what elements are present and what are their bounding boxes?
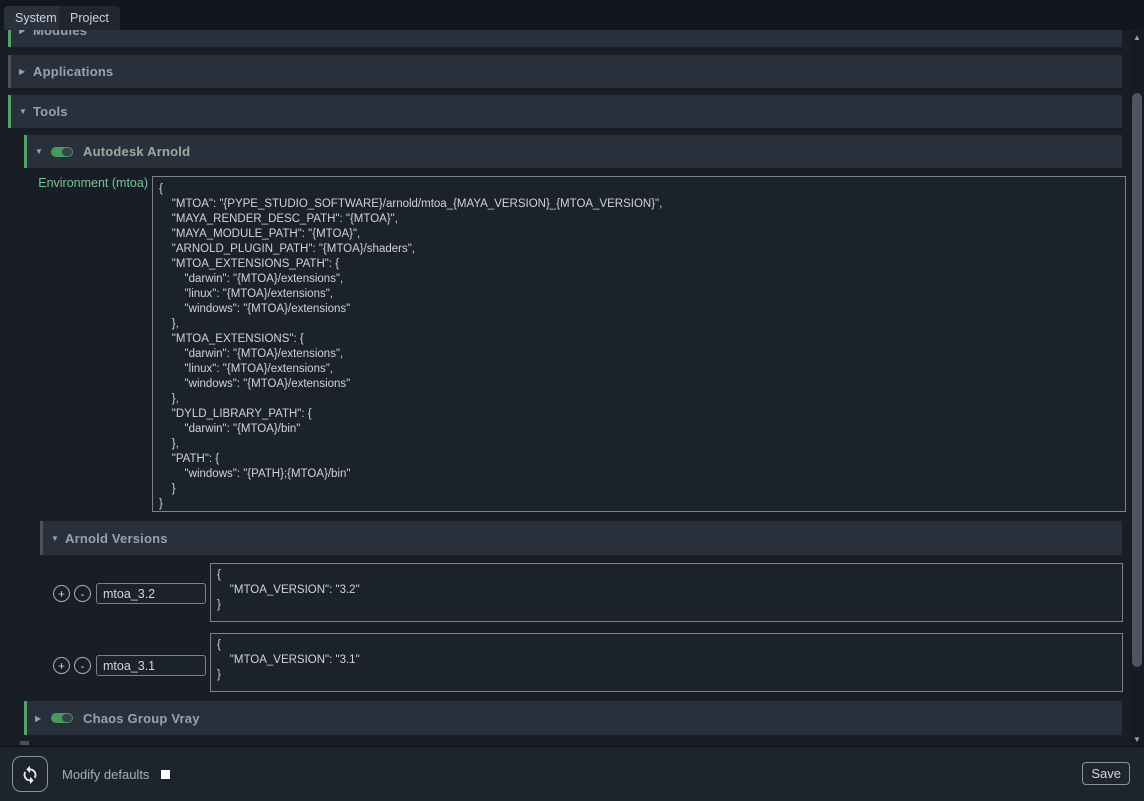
refresh-icon bbox=[19, 763, 41, 785]
footer-bar: Modify defaults Save bbox=[0, 746, 1144, 801]
section-title-modules: Modules bbox=[33, 30, 87, 38]
vertical-scrollbar-thumb[interactable] bbox=[1132, 93, 1142, 667]
section-title-tools: Tools bbox=[33, 104, 68, 119]
scroll-down-button[interactable]: ▼ bbox=[1130, 732, 1144, 746]
version-json-editor[interactable]: { "MTOA_VERSION": "3.2" } bbox=[210, 563, 1123, 622]
refresh-button[interactable] bbox=[12, 756, 48, 792]
chevron-down-icon: ▼ bbox=[35, 147, 49, 156]
chevron-right-icon: ▶ bbox=[35, 714, 49, 723]
tab-project[interactable]: Project bbox=[59, 6, 120, 30]
modify-defaults-label: Modify defaults bbox=[62, 767, 149, 782]
section-title-chaos-group-vray: Chaos Group Vray bbox=[83, 711, 200, 726]
remove-version-button[interactable]: - bbox=[74, 585, 91, 602]
environment-mtoa-json-editor[interactable]: { "MTOA": "{PYPE_STUDIO_SOFTWARE}/arnold… bbox=[152, 176, 1126, 512]
chevron-right-icon: ▶ bbox=[19, 30, 33, 35]
version-json-editor[interactable]: { "MTOA_VERSION": "3.1" } bbox=[210, 633, 1123, 692]
environment-mtoa-label: Environment (mtoa) bbox=[0, 175, 148, 191]
scroll-down-icon: ▼ bbox=[1133, 735, 1141, 744]
section-header-autodesk-arnold[interactable]: ▼ Autodesk Arnold bbox=[24, 135, 1122, 168]
chevron-down-icon: ▼ bbox=[51, 534, 65, 543]
horizontal-scrollbar-thumb[interactable] bbox=[20, 741, 29, 745]
section-header-tools[interactable]: ▼ Tools bbox=[8, 95, 1122, 128]
save-button[interactable]: Save bbox=[1082, 762, 1130, 785]
section-header-applications[interactable]: ▶ Applications bbox=[8, 55, 1122, 88]
version-name-input[interactable] bbox=[96, 583, 206, 604]
add-version-button[interactable]: + bbox=[53, 657, 70, 674]
add-version-button[interactable]: + bbox=[53, 585, 70, 602]
tab-system-label: System bbox=[15, 11, 57, 25]
tab-project-label: Project bbox=[70, 11, 109, 25]
section-header-arnold-versions[interactable]: ▼ Arnold Versions bbox=[40, 521, 1122, 555]
chevron-down-icon: ▼ bbox=[19, 107, 33, 116]
remove-version-button[interactable]: - bbox=[74, 657, 91, 674]
section-title-arnold-versions: Arnold Versions bbox=[65, 531, 168, 546]
settings-scroll-area: ▶ Modules ▶ Applications ▼ Tools ▼ Autod… bbox=[0, 30, 1130, 746]
section-title-applications: Applications bbox=[33, 64, 113, 79]
tab-bar: System Project bbox=[0, 0, 1144, 30]
vertical-scrollbar: ▲ ▼ bbox=[1130, 30, 1144, 746]
section-title-autodesk-arnold: Autodesk Arnold bbox=[83, 144, 190, 159]
modify-defaults-checkbox[interactable] bbox=[161, 770, 170, 779]
section-header-modules[interactable]: ▶ Modules bbox=[8, 30, 1122, 47]
section-header-chaos-group-vray[interactable]: ▶ Chaos Group Vray bbox=[24, 701, 1122, 735]
vray-enabled-toggle[interactable] bbox=[51, 713, 73, 723]
scroll-up-button[interactable]: ▲ bbox=[1130, 30, 1144, 44]
version-name-input[interactable] bbox=[96, 655, 206, 676]
scroll-up-icon: ▲ bbox=[1133, 33, 1141, 42]
modify-defaults-row: Modify defaults bbox=[62, 747, 170, 801]
chevron-right-icon: ▶ bbox=[19, 67, 33, 76]
arnold-enabled-toggle[interactable] bbox=[51, 147, 73, 157]
settings-window: System Project ▶ Modules ▶ Applications … bbox=[0, 0, 1144, 801]
